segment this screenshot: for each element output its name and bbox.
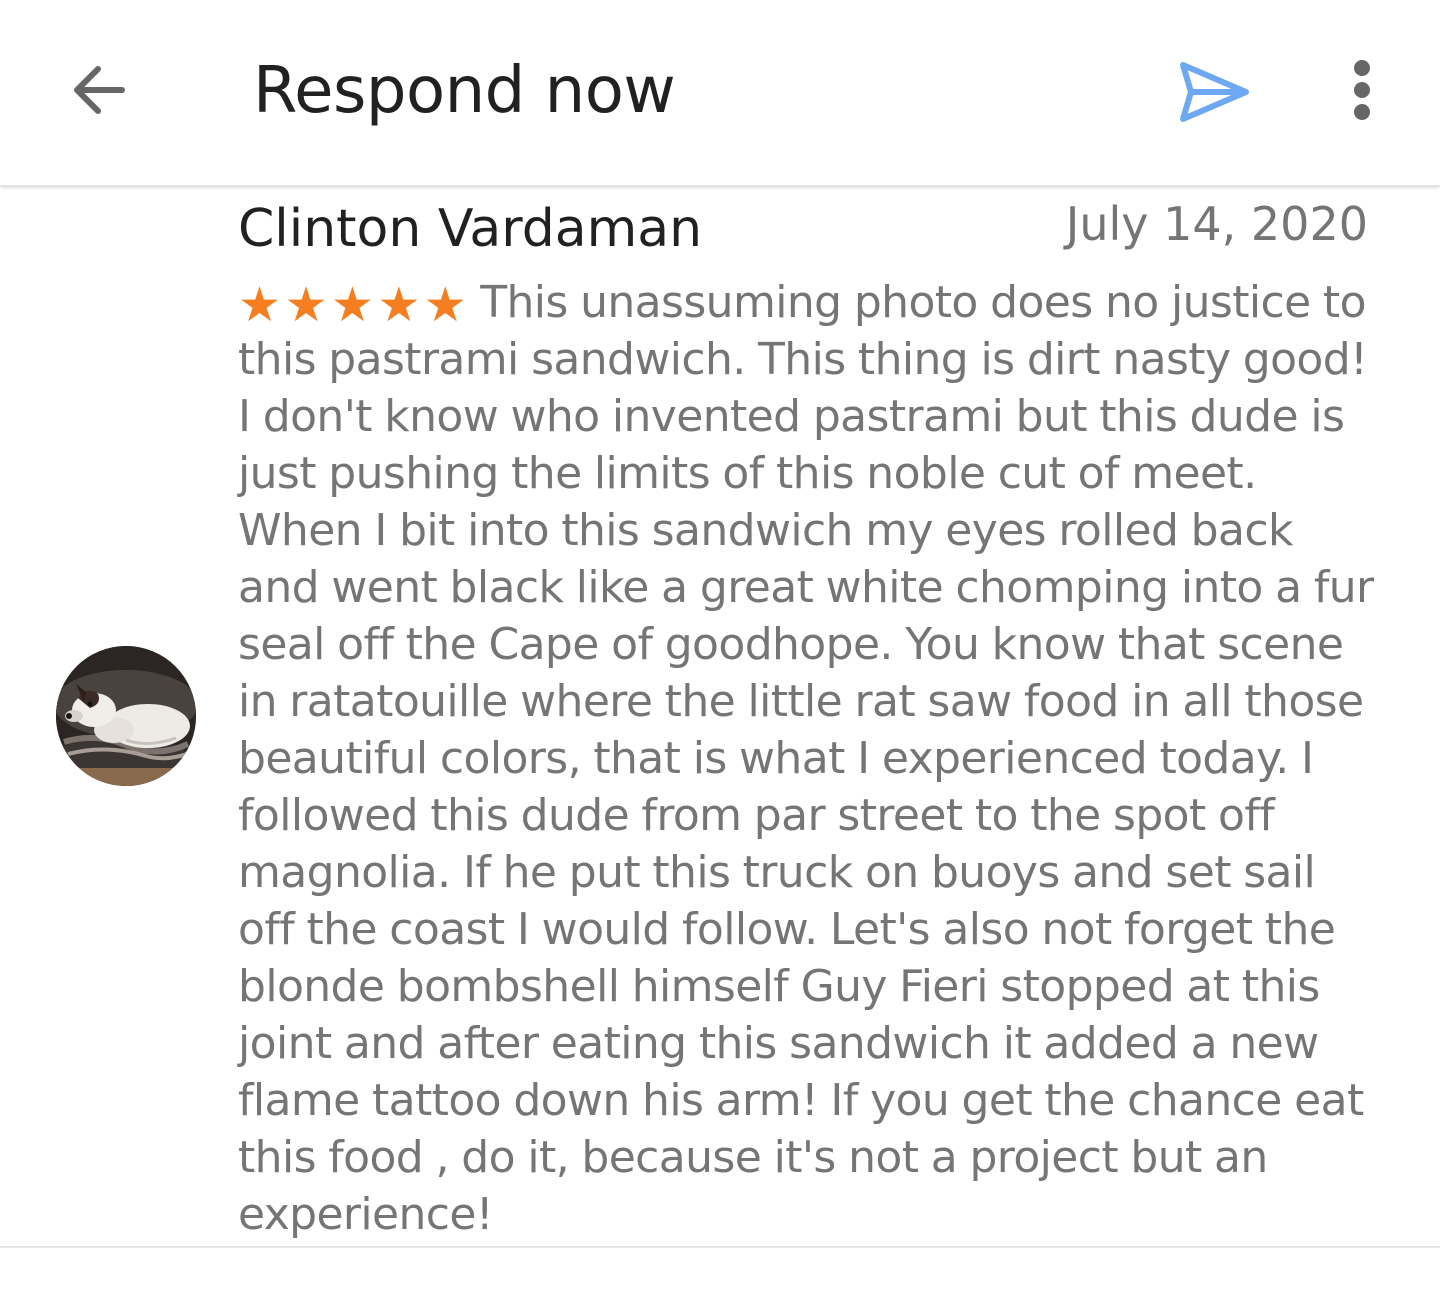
divider — [0, 1246, 1440, 1248]
page-title: Respond now — [253, 54, 676, 128]
dog-photo — [56, 646, 196, 786]
app-bar: Respond now — [0, 0, 1440, 186]
reviewer-name: Clinton Vardaman — [238, 199, 703, 259]
star-icon: ★ — [238, 277, 281, 333]
avatar[interactable] — [56, 646, 196, 786]
review-date: July 14, 2020 — [1065, 197, 1368, 251]
review-body: ★ ★ ★ ★ ★ This unassuming photo does no … — [238, 274, 1378, 1243]
back-button[interactable] — [58, 50, 138, 130]
star-rating: ★ ★ ★ ★ ★ — [238, 277, 467, 333]
star-icon: ★ — [377, 277, 420, 333]
star-icon: ★ — [284, 277, 327, 333]
send-icon — [1180, 62, 1249, 122]
send-button[interactable] — [1170, 52, 1260, 132]
more-options-button[interactable] — [1322, 50, 1402, 130]
review-text: This unassuming photo does no justice to… — [238, 277, 1374, 1240]
star-icon: ★ — [330, 277, 374, 333]
more-vert-icon — [1354, 60, 1370, 120]
arrow-back-icon — [74, 66, 125, 114]
star-icon: ★ — [423, 277, 467, 333]
